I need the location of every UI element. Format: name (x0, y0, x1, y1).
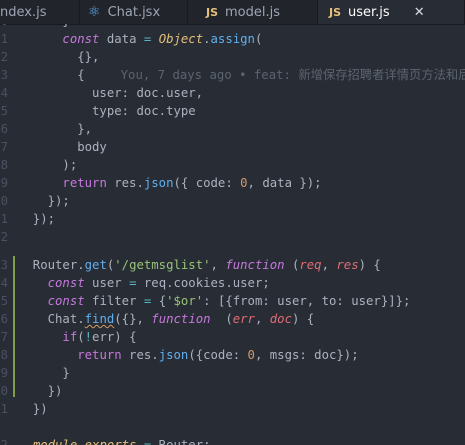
code-line: 2 {}, (0, 50, 100, 64)
code-line: 2 (0, 228, 465, 246)
code-line: 4 const user = req.cookies.user; (0, 276, 270, 290)
code-line: 7 if(!err) { (0, 330, 137, 344)
line-number: 8 (0, 158, 8, 172)
tab-label: model.js (225, 4, 281, 20)
line-number: 0 (0, 384, 8, 398)
code-line: 7 body (0, 140, 107, 154)
code-line: 9 return res.json({ code: 0, data }); (0, 176, 322, 190)
code-line: 6 }, (0, 122, 93, 136)
line-number: 1 (0, 212, 8, 226)
tab-label: ndex.js (0, 4, 47, 20)
code-line: 8 return res.json({code: 0, msgs: doc}); (0, 348, 359, 362)
code-line: 5 const filter = {'$or': [{from: user, t… (0, 294, 411, 308)
code-line: 1 const data = Object.assign( (0, 32, 263, 46)
tab-chat-jsx[interactable]: ⚛ Chat.jsx (80, 0, 188, 24)
line-number: 2 (0, 230, 8, 244)
code-line: 9 } (0, 366, 70, 380)
line-number: 1 (0, 402, 8, 416)
code-line: 1 }); (0, 212, 56, 226)
line-number: 7 (0, 330, 8, 344)
editor-tab-bar: ndex.js ⚛ Chat.jsx JS model.js JS user.j… (0, 0, 465, 25)
code-line: 1 }) (0, 402, 48, 416)
tab-label: user.js (348, 4, 390, 20)
line-number: 2 (0, 50, 8, 64)
line-number: 7 (0, 140, 8, 154)
git-blame-annotation: You, 7 days ago • feat: 新增保存招聘者详情页方法和后 (120, 68, 465, 82)
line-number: 3 (0, 258, 8, 272)
line-number: 3 (0, 68, 8, 82)
tab-index-js[interactable]: ndex.js (0, 0, 80, 24)
js-file-icon: JS (206, 5, 219, 19)
js-file-icon: JS (329, 5, 342, 19)
line-number: 9 (0, 366, 8, 380)
tab-label: Chat.jsx (107, 4, 161, 20)
line-number: 8 (0, 348, 8, 362)
code-line: 5 type: doc.type (0, 104, 196, 118)
code-line: 3 {You, 7 days ago • feat: 新增保存招聘者详情页方法和… (0, 66, 465, 84)
code-editor[interactable]: 0 } 1 const data = Object.assign( 2 {}, … (0, 24, 465, 445)
code-line: 2 module.exports = Router; (0, 436, 465, 445)
line-number: 5 (0, 104, 8, 118)
code-line: 0 }) (0, 384, 63, 398)
code-line: 6 Chat.find({}, function (err, doc) { (0, 312, 315, 326)
line-number: 1 (0, 32, 8, 46)
line-number: 2 (0, 438, 8, 445)
line-number: 0 (0, 194, 8, 208)
code-line: 8 ); (0, 158, 78, 172)
line-number: 6 (0, 312, 8, 326)
line-number: 9 (0, 176, 8, 190)
line-number: 4 (0, 276, 8, 290)
code-line: 4 user: doc.user, (0, 86, 204, 100)
code-line: 3 Router.get('/getmsglist', function (re… (0, 258, 381, 272)
close-icon[interactable]: ✕ (414, 5, 425, 20)
tab-user-js[interactable]: JS user.js ✕ (318, 0, 465, 24)
tab-model-js[interactable]: JS model.js (188, 0, 318, 24)
line-number: 6 (0, 122, 8, 136)
code-line: 0 }); (0, 194, 70, 208)
line-number: 5 (0, 294, 8, 308)
line-number: 4 (0, 86, 8, 100)
react-file-icon: ⚛ (88, 4, 101, 20)
